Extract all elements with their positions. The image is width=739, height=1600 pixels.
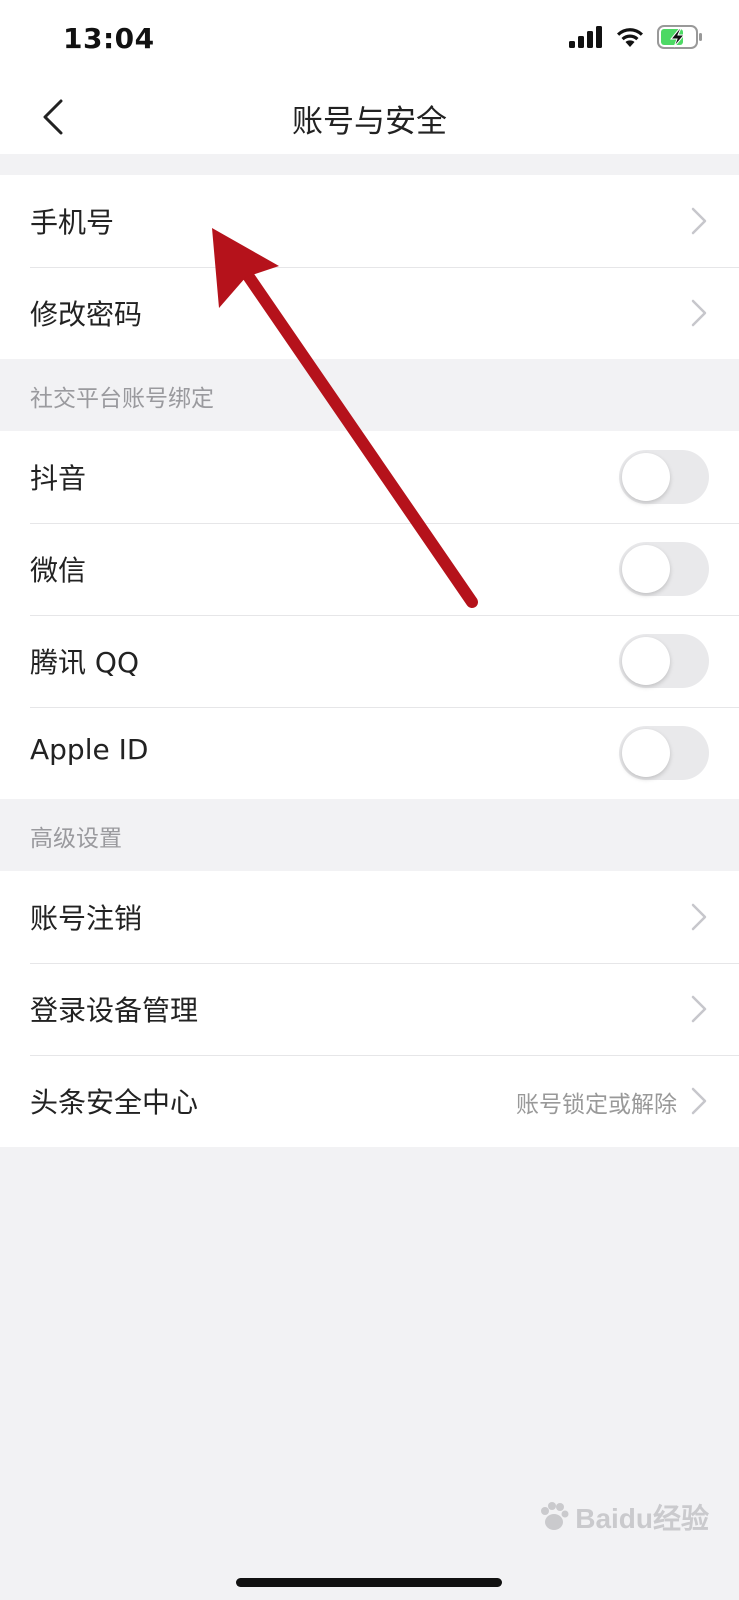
qq-row: 腾讯 QQ xyxy=(0,615,739,707)
chevron-right-icon xyxy=(691,299,707,327)
row-label: Apple ID xyxy=(30,733,149,766)
nav-bar: 账号与安全 xyxy=(0,80,739,154)
cellular-signal-icon xyxy=(569,26,602,48)
baidu-watermark: Baidu经验 xyxy=(537,1497,709,1537)
row-value: 账号锁定或解除 xyxy=(516,1092,677,1118)
change-password-row[interactable]: 修改密码 xyxy=(0,267,739,359)
advanced-section-header: 高级设置 xyxy=(0,799,739,871)
row-label: 手机号 xyxy=(30,206,115,239)
section-label: 社交平台账号绑定 xyxy=(30,386,214,412)
device-management-row[interactable]: 登录设备管理 xyxy=(0,963,739,1055)
apple-id-row: Apple ID xyxy=(0,707,739,799)
status-bar: 13:04 xyxy=(0,0,739,80)
security-center-row[interactable]: 头条安全中心 账号锁定或解除 xyxy=(0,1055,739,1147)
douyin-row: 抖音 xyxy=(0,431,739,523)
wechat-toggle[interactable] xyxy=(619,542,709,596)
row-label: 头条安全中心 xyxy=(30,1086,199,1119)
douyin-toggle[interactable] xyxy=(619,450,709,504)
qq-toggle[interactable] xyxy=(619,634,709,688)
battery-charging-icon xyxy=(657,25,702,49)
advanced-group: 账号注销 登录设备管理 头条安全中心 账号锁定或解除 xyxy=(0,871,739,1147)
account-group: 手机号 修改密码 xyxy=(0,175,739,359)
social-section-header: 社交平台账号绑定 xyxy=(0,359,739,431)
row-label: 登录设备管理 xyxy=(30,994,199,1027)
home-indicator[interactable] xyxy=(236,1578,502,1587)
watermark-text: Baidu经验 xyxy=(575,1503,709,1534)
toggle-knob xyxy=(622,453,670,501)
section-spacer xyxy=(0,154,739,175)
status-time: 13:04 xyxy=(63,22,155,55)
page-title: 账号与安全 xyxy=(292,104,447,140)
apple-id-toggle[interactable] xyxy=(619,726,709,780)
toggle-knob xyxy=(622,637,670,685)
row-label: 抖音 xyxy=(30,462,87,495)
toggle-knob xyxy=(622,545,670,593)
account-deletion-row[interactable]: 账号注销 xyxy=(0,871,739,963)
wechat-row: 微信 xyxy=(0,523,739,615)
row-label: 账号注销 xyxy=(30,902,143,935)
chevron-right-icon xyxy=(691,207,707,235)
row-label: 微信 xyxy=(30,554,87,587)
row-label: 修改密码 xyxy=(30,298,143,331)
paw-icon xyxy=(541,1502,569,1530)
wifi-icon xyxy=(617,28,643,47)
section-label: 高级设置 xyxy=(30,826,122,852)
chevron-right-icon xyxy=(691,1087,707,1115)
social-group: 抖音 微信 腾讯 QQ Apple ID xyxy=(0,431,739,799)
chevron-right-icon xyxy=(691,903,707,931)
chevron-right-icon xyxy=(691,995,707,1023)
status-icons xyxy=(569,25,703,49)
row-label: 腾讯 QQ xyxy=(30,646,139,679)
phone-number-row[interactable]: 手机号 xyxy=(0,175,739,267)
toggle-knob xyxy=(622,729,670,777)
